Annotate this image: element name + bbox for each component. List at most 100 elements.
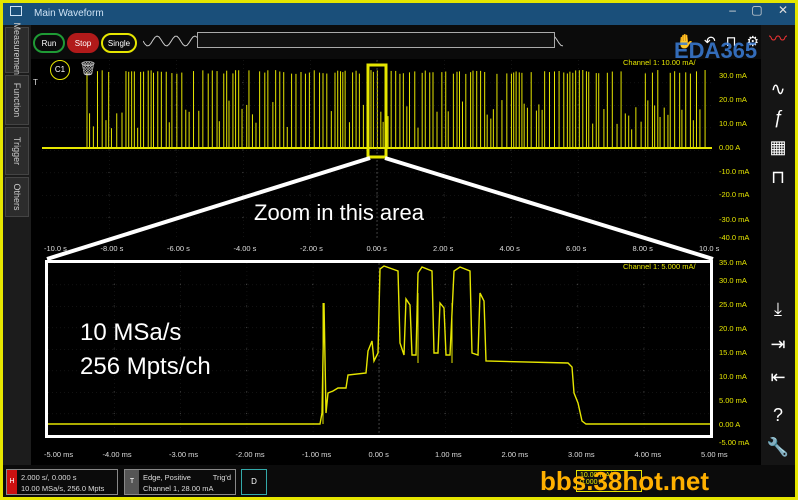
lower-grid-dot bbox=[336, 327, 337, 329]
lower-grid-dot bbox=[416, 284, 417, 286]
lower-grid-dot bbox=[643, 403, 645, 404]
lower-grid-dot bbox=[624, 392, 625, 393]
lower-grid-dot bbox=[114, 295, 115, 296]
lower-grid-dot bbox=[577, 319, 579, 320]
lower-grid-dot bbox=[577, 399, 579, 400]
lower-grid-dot bbox=[592, 370, 593, 372]
lower-grid-dot bbox=[424, 349, 425, 350]
lower-grid-dot bbox=[56, 370, 57, 372]
lower-grid-dot bbox=[80, 284, 81, 286]
lower-grid-dot bbox=[445, 391, 446, 392]
lower-grid-dot bbox=[332, 349, 333, 350]
lower-grid-dot bbox=[688, 413, 689, 415]
lower-grid-dot bbox=[236, 392, 237, 393]
lower-grid-dot bbox=[228, 413, 229, 415]
lower-grid-dot bbox=[412, 284, 413, 286]
lower-grid-dot bbox=[660, 349, 661, 350]
trigger-settings[interactable]: T Edge, Positive Trig'd Channel 1, 28.00… bbox=[124, 469, 236, 495]
lower-grid-dot bbox=[328, 413, 329, 415]
lower-grid-dot bbox=[548, 392, 549, 393]
lower-grid-dot bbox=[528, 392, 529, 393]
lower-grid-dot bbox=[688, 327, 689, 329]
lower-grid-dot bbox=[180, 387, 181, 388]
lower-grid-dot bbox=[236, 349, 237, 350]
lower-grid-dot bbox=[196, 392, 197, 393]
lower-grid-dot bbox=[64, 370, 65, 372]
lower-grid-dot bbox=[500, 327, 501, 329]
lower-grid-dot bbox=[112, 413, 113, 415]
lower-grid-dot bbox=[510, 412, 512, 415]
lower-grid-dot bbox=[592, 413, 593, 415]
lower-grid-dot bbox=[144, 392, 145, 393]
lower-y-tick-label: -5.00 mA bbox=[719, 438, 750, 447]
lower-grid-dot bbox=[577, 395, 579, 396]
lower-grid-dot bbox=[246, 415, 248, 416]
lower-grid-dot bbox=[577, 315, 579, 316]
lower-grid-dot bbox=[256, 306, 257, 307]
lower-grid-dot bbox=[60, 413, 61, 415]
lower-grid-dot bbox=[692, 413, 693, 415]
lower-grid-dot bbox=[246, 371, 248, 372]
lower-grid-dot bbox=[424, 284, 425, 286]
lower-grid-dot bbox=[64, 349, 65, 350]
lower-grid-dot bbox=[580, 370, 581, 372]
lower-grid-dot bbox=[448, 306, 449, 307]
lower-grid-dot bbox=[552, 413, 553, 415]
lower-grid-dot bbox=[504, 284, 505, 286]
lower-grid-dot bbox=[400, 392, 401, 393]
lower-grid-dot bbox=[60, 349, 61, 350]
lower-grid-dot bbox=[104, 306, 105, 307]
lower-grid-dot bbox=[564, 284, 565, 286]
lower-grid-dot bbox=[356, 284, 357, 286]
lower-grid-dot bbox=[360, 327, 361, 329]
lower-grid-dot bbox=[576, 392, 577, 393]
lower-grid-dot bbox=[643, 343, 645, 344]
lower-grid-dot bbox=[704, 413, 705, 415]
lower-grid-dot bbox=[584, 306, 585, 307]
sample-rate-annotation: 10 MSa/s 256 Mpts/ch bbox=[80, 316, 211, 384]
lower-grid-dot bbox=[528, 413, 529, 415]
lower-grid-dot bbox=[640, 392, 641, 393]
lower-x-tick-label: 2.00 ms bbox=[501, 450, 529, 459]
lower-grid-dot bbox=[628, 284, 629, 286]
lower-grid-dot bbox=[284, 392, 285, 393]
lower-grid-dot bbox=[378, 412, 380, 415]
lower-grid-dot bbox=[464, 370, 465, 372]
lower-grid-dot bbox=[312, 339, 314, 340]
lower-grid-dot bbox=[643, 315, 645, 316]
horizontal-acquisition: 10.00 MSa/s, 256.0 Mpts bbox=[21, 484, 105, 493]
lower-y-tick-label: 5.00 mA bbox=[719, 396, 747, 405]
lower-grid-dot bbox=[388, 349, 389, 350]
lower-grid-dot bbox=[445, 291, 446, 292]
lower-grid-dot bbox=[688, 284, 689, 286]
lower-grid-dot bbox=[212, 306, 213, 307]
lower-grid-dot bbox=[384, 284, 385, 286]
lower-grid-dot bbox=[120, 413, 121, 415]
horizontal-settings[interactable]: H 2.000 s/, 0.000 s 10.00 MSa/s, 256.0 M… bbox=[6, 469, 118, 495]
lower-grid-dot bbox=[60, 392, 61, 393]
lower-grid-dot bbox=[644, 284, 645, 286]
lower-grid-dot bbox=[444, 392, 445, 393]
digital-channel-button[interactable]: D bbox=[241, 469, 267, 495]
lower-grid-dot bbox=[656, 413, 657, 415]
lower-grid-dot bbox=[480, 284, 481, 286]
lower-grid-dot bbox=[511, 367, 512, 368]
lower-grid-dot bbox=[628, 327, 629, 329]
lower-grid-dot bbox=[460, 349, 461, 350]
lower-grid-dot bbox=[577, 407, 579, 408]
lower-grid-dot bbox=[96, 413, 97, 415]
lower-grid-dot bbox=[511, 335, 512, 336]
lower-grid-dot bbox=[320, 370, 321, 372]
lower-grid-dot bbox=[128, 306, 129, 307]
lower-grid-dot bbox=[268, 413, 269, 415]
lower-grid-dot bbox=[652, 370, 653, 372]
lower-x-tick-label: 0.00 s bbox=[368, 450, 389, 459]
lower-grid-dot bbox=[396, 349, 397, 350]
lower-grid-dot bbox=[628, 413, 629, 415]
lower-grid-dot bbox=[511, 303, 512, 304]
lower-grid-dot bbox=[408, 306, 409, 307]
lower-grid-dot bbox=[636, 349, 637, 350]
lower-grid-dot bbox=[246, 403, 248, 404]
lower-grid-dot bbox=[360, 284, 361, 286]
lower-x-tick-label: -2.00 ms bbox=[235, 450, 265, 459]
